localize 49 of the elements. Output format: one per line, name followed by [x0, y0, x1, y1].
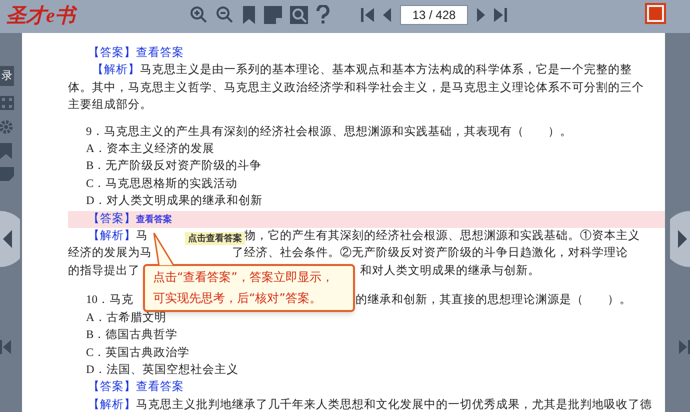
answer-label: 【答案】 [88, 45, 136, 61]
option-text: A．资本主义经济的发展 [85, 141, 216, 158]
callout-text: 可实现先思考，后“核对”答案。 [153, 290, 322, 307]
analysis-paragraph: 【解析】马克思主义是由一系列的基本理论、基本观点和基本方法构成的科学体系，它是一个完整的整体。其中，马克思主义哲学、马克思主义政治经济学和科学社会主义，是马克思主义理论体系不可分割的三个主要组成部分。 [68, 62, 645, 114]
view-answer-link[interactable]: 查看答案 [136, 210, 172, 228]
previous-page-icon[interactable] [0, 211, 20, 267]
option-text: A．古希腊文明 [85, 310, 168, 326]
option-text: D．法国、英国空想社会主义 [85, 362, 240, 378]
question-text: 的继承和创新，其直接的思想理论渊源是（ ）。 [356, 292, 632, 308]
last-page-icon[interactable] [494, 7, 508, 23]
bookmark-icon[interactable] [242, 5, 256, 25]
contents-tab[interactable]: 录 [0, 66, 14, 86]
analysis-text: 的指导提出了 [68, 264, 140, 279]
page-number-field[interactable]: 13 / 428 [400, 5, 468, 25]
option-text: B．德国古典哲学 [85, 328, 179, 344]
view-answer-link[interactable]: 查看答案 [136, 379, 184, 397]
last-page-icon[interactable] [678, 339, 690, 355]
tooltip: 点击查看答案 [185, 232, 245, 245]
note-icon[interactable] [0, 167, 14, 181]
zoom-out-icon[interactable] [216, 5, 234, 25]
question-text: 9．马克思主义的产生具有深刻的经济社会根源、思想渊源和实践基础，其表现有（ ）。 [85, 124, 573, 140]
first-page-icon[interactable] [0, 339, 12, 355]
analysis-text: 了经济、社会条件。②无产阶级反对资产阶级的斗争日趋激化，对科学理论 [232, 246, 628, 262]
help-icon[interactable] [316, 5, 330, 25]
option-text: C．马克思恩格斯的实践活动 [85, 176, 239, 192]
app-logo: 圣才e书 [6, 4, 75, 28]
search-icon[interactable] [290, 6, 308, 24]
analysis-paragraph: 【解析】马克思主义批判地继承了几千年来人类思想和文化发展中的一切优秀成果，尤其是批判地吸收了德 [87, 397, 651, 412]
analysis-text: 【解析】马 [88, 228, 148, 244]
first-page-icon[interactable] [360, 7, 374, 23]
note-icon[interactable] [264, 6, 282, 24]
answer-label: 【答案】 [88, 379, 136, 396]
analysis-text: 经济的发展为马 [68, 246, 152, 262]
bookmark-icon[interactable] [0, 143, 12, 159]
next-page-icon[interactable] [476, 7, 486, 23]
next-page-icon[interactable] [670, 211, 690, 267]
option-text: C．英国古典政治学 [85, 346, 191, 360]
option-text: B．无产阶级反对资产阶级的斗争 [85, 158, 263, 174]
view-answer-link[interactable]: 查看答案 [136, 45, 184, 62]
previous-page-icon[interactable] [382, 7, 392, 23]
analysis-text: 和对人类文明成果的继承与创新。 [360, 263, 540, 279]
settings-icon[interactable] [0, 119, 14, 135]
answer-label: 【答案】 [88, 211, 136, 227]
callout-text: 点击“查看答案”，答案立即显示， [153, 269, 334, 286]
zoom-in-icon[interactable] [190, 5, 208, 25]
close-button[interactable] [645, 3, 666, 24]
grid-icon[interactable] [0, 96, 14, 110]
option-text: D．对人类文明成果的继承和创新 [85, 193, 264, 210]
question-text: 10．马克 [86, 292, 134, 308]
